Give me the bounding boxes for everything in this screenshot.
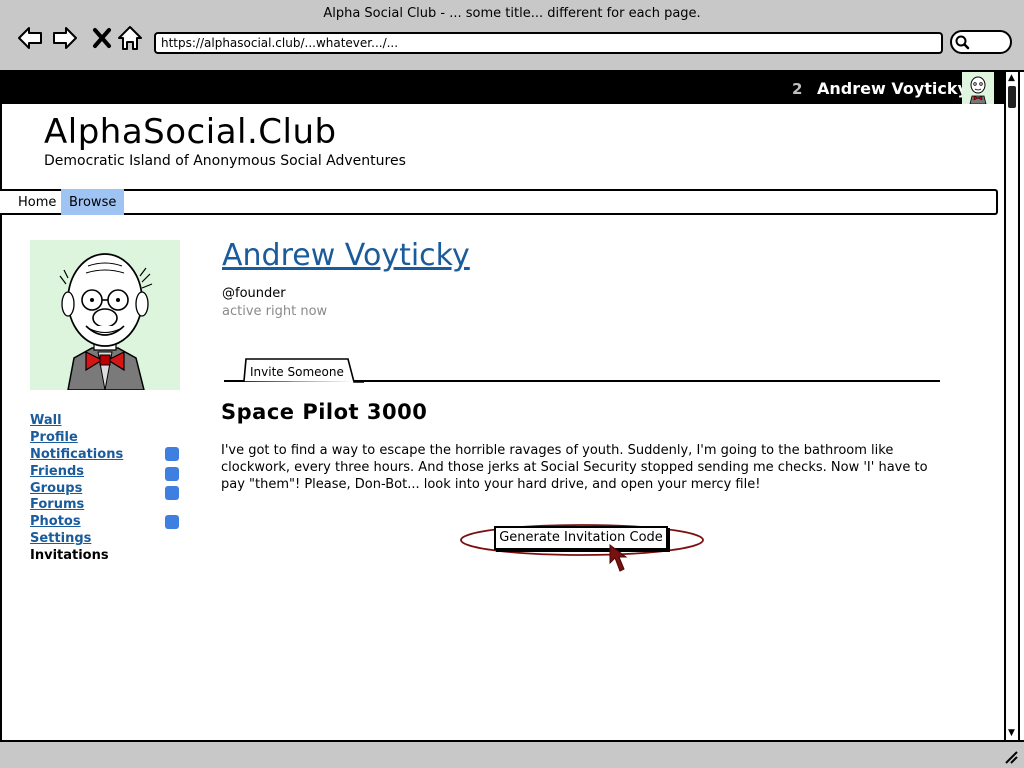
nav-item-browse[interactable]: Browse bbox=[61, 189, 125, 215]
search-icon bbox=[955, 35, 970, 50]
resize-grip-icon[interactable] bbox=[1002, 748, 1018, 764]
photos-badge bbox=[165, 515, 179, 529]
profile-photo[interactable] bbox=[30, 240, 180, 390]
scroll-thumb[interactable] bbox=[1008, 86, 1016, 108]
sidebar-item-profile[interactable]: Profile bbox=[30, 430, 78, 445]
scroll-down-icon[interactable]: ▼ bbox=[1008, 729, 1015, 738]
forward-arrow-icon[interactable] bbox=[51, 24, 79, 52]
sidebar-item-forums[interactable]: Forums bbox=[30, 497, 84, 512]
scroll-up-icon[interactable]: ▲ bbox=[1008, 74, 1015, 83]
groups-badge bbox=[165, 486, 179, 500]
nav-item-home[interactable]: Home bbox=[10, 189, 64, 215]
notifications-badge bbox=[165, 447, 179, 461]
address-bar[interactable]: https://alphasocial.club/...whatever.../… bbox=[154, 32, 943, 54]
account-user-name[interactable]: Andrew Voyticky bbox=[817, 79, 968, 98]
body-text: I've got to find a way to escape the hor… bbox=[221, 443, 928, 492]
cursor-arrow-icon bbox=[609, 544, 628, 572]
page-viewport bbox=[0, 72, 1004, 740]
browser-search-box[interactable] bbox=[950, 30, 1012, 54]
sidebar-item-wall[interactable]: Wall bbox=[30, 413, 62, 428]
home-icon[interactable] bbox=[116, 24, 144, 52]
generate-invitation-code-button[interactable]: Generate Invitation Code bbox=[494, 526, 668, 550]
status-bar bbox=[0, 740, 1024, 768]
sidebar-item-friends[interactable]: Friends bbox=[30, 464, 84, 479]
vertical-scrollbar[interactable]: ▲ ▼ bbox=[1004, 72, 1020, 740]
notification-count[interactable]: 2 bbox=[792, 80, 802, 98]
profile-name[interactable]: Andrew Voyticky bbox=[222, 238, 470, 273]
profile-handle: @founder bbox=[222, 286, 286, 301]
site-title[interactable]: AlphaSocial.Club bbox=[44, 112, 337, 152]
avatar[interactable] bbox=[962, 72, 994, 104]
section-heading: Space Pilot 3000 bbox=[221, 400, 428, 424]
sidebar-item-photos[interactable]: Photos bbox=[30, 514, 81, 529]
sidebar-item-notifications[interactable]: Notifications bbox=[30, 447, 123, 462]
close-icon[interactable] bbox=[88, 24, 116, 52]
sidebar-item-invitations[interactable]: Invitations bbox=[30, 548, 109, 563]
sidebar-item-settings[interactable]: Settings bbox=[30, 531, 91, 546]
back-arrow-icon[interactable] bbox=[16, 24, 44, 52]
window-title: Alpha Social Club - ... some title... di… bbox=[323, 6, 701, 21]
main-nav bbox=[0, 189, 998, 215]
activity-status: active right now bbox=[222, 304, 328, 319]
sidebar-item-groups[interactable]: Groups bbox=[30, 481, 82, 496]
tab-invite-someone-label[interactable]: Invite Someone bbox=[250, 365, 344, 379]
site-tagline: Democratic Island of Anonymous Social Ad… bbox=[44, 153, 406, 169]
friends-badge bbox=[165, 467, 179, 481]
